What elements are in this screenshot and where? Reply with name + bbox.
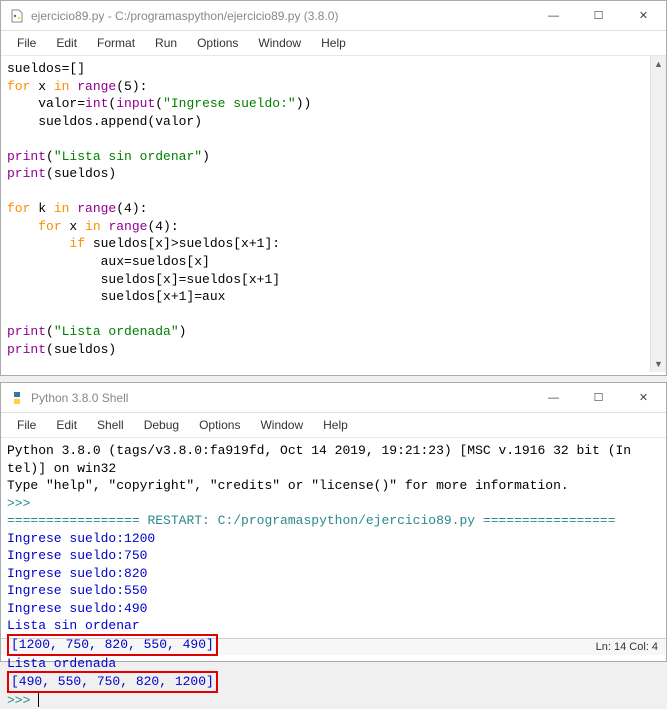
menu-file[interactable]: File (7, 33, 46, 53)
shell-menu-options[interactable]: Options (189, 415, 250, 435)
shell-menu-file[interactable]: File (7, 415, 46, 435)
shell-titlebar[interactable]: Python 3.8.0 Shell — ☐ ✕ (1, 383, 666, 413)
editor-code-area[interactable]: sueldos=[] for x in range(5): valor=int(… (1, 56, 666, 362)
menu-run[interactable]: Run (145, 33, 187, 53)
menu-format[interactable]: Format (87, 33, 145, 53)
shell-title: Python 3.8.0 Shell (31, 391, 531, 405)
shell-window: Python 3.8.0 Shell — ☐ ✕ File Edit Shell… (0, 382, 667, 662)
shell-cursor (38, 693, 39, 707)
sorted-list-highlight: [490, 550, 750, 820, 1200] (7, 671, 218, 693)
shell-menu-edit[interactable]: Edit (46, 415, 87, 435)
scroll-down-icon[interactable]: ▼ (651, 356, 666, 372)
menu-window[interactable]: Window (248, 33, 311, 53)
menu-options[interactable]: Options (187, 33, 248, 53)
shell-window-controls: — ☐ ✕ (531, 383, 666, 413)
shell-output-area[interactable]: Python 3.8.0 (tags/v3.8.0:fa919fd, Oct 1… (1, 438, 666, 638)
shell-menu-debug[interactable]: Debug (134, 415, 189, 435)
editor-scrollbar[interactable]: ▲ ▼ (650, 56, 666, 372)
python-icon (9, 390, 25, 406)
python-file-icon (9, 8, 25, 24)
editor-code-wrap: sueldos=[] for x in range(5): valor=int(… (1, 56, 666, 372)
cursor-position: Ln: 14 Col: 4 (596, 641, 658, 653)
editor-title: ejercicio89.py - C:/programaspython/ejer… (31, 9, 531, 23)
shell-menu-help[interactable]: Help (313, 415, 358, 435)
window-controls: — ☐ ✕ (531, 1, 666, 31)
shell-menu-window[interactable]: Window (250, 415, 313, 435)
shell-menu-shell[interactable]: Shell (87, 415, 134, 435)
scroll-up-icon[interactable]: ▲ (651, 56, 666, 72)
editor-titlebar[interactable]: ejercicio89.py - C:/programaspython/ejer… (1, 1, 666, 31)
menu-help[interactable]: Help (311, 33, 356, 53)
shell-menubar: File Edit Shell Debug Options Window Hel… (1, 413, 666, 438)
editor-window: ejercicio89.py - C:/programaspython/ejer… (0, 0, 667, 376)
shell-maximize-button[interactable]: ☐ (576, 383, 621, 413)
maximize-button[interactable]: ☐ (576, 1, 621, 31)
shell-minimize-button[interactable]: — (531, 383, 576, 413)
shell-close-button[interactable]: ✕ (621, 383, 666, 413)
editor-menubar: File Edit Format Run Options Window Help (1, 31, 666, 56)
unsorted-list-highlight: [1200, 750, 820, 550, 490] (7, 634, 218, 656)
minimize-button[interactable]: — (531, 1, 576, 31)
menu-edit[interactable]: Edit (46, 33, 87, 53)
close-button[interactable]: ✕ (621, 1, 666, 31)
